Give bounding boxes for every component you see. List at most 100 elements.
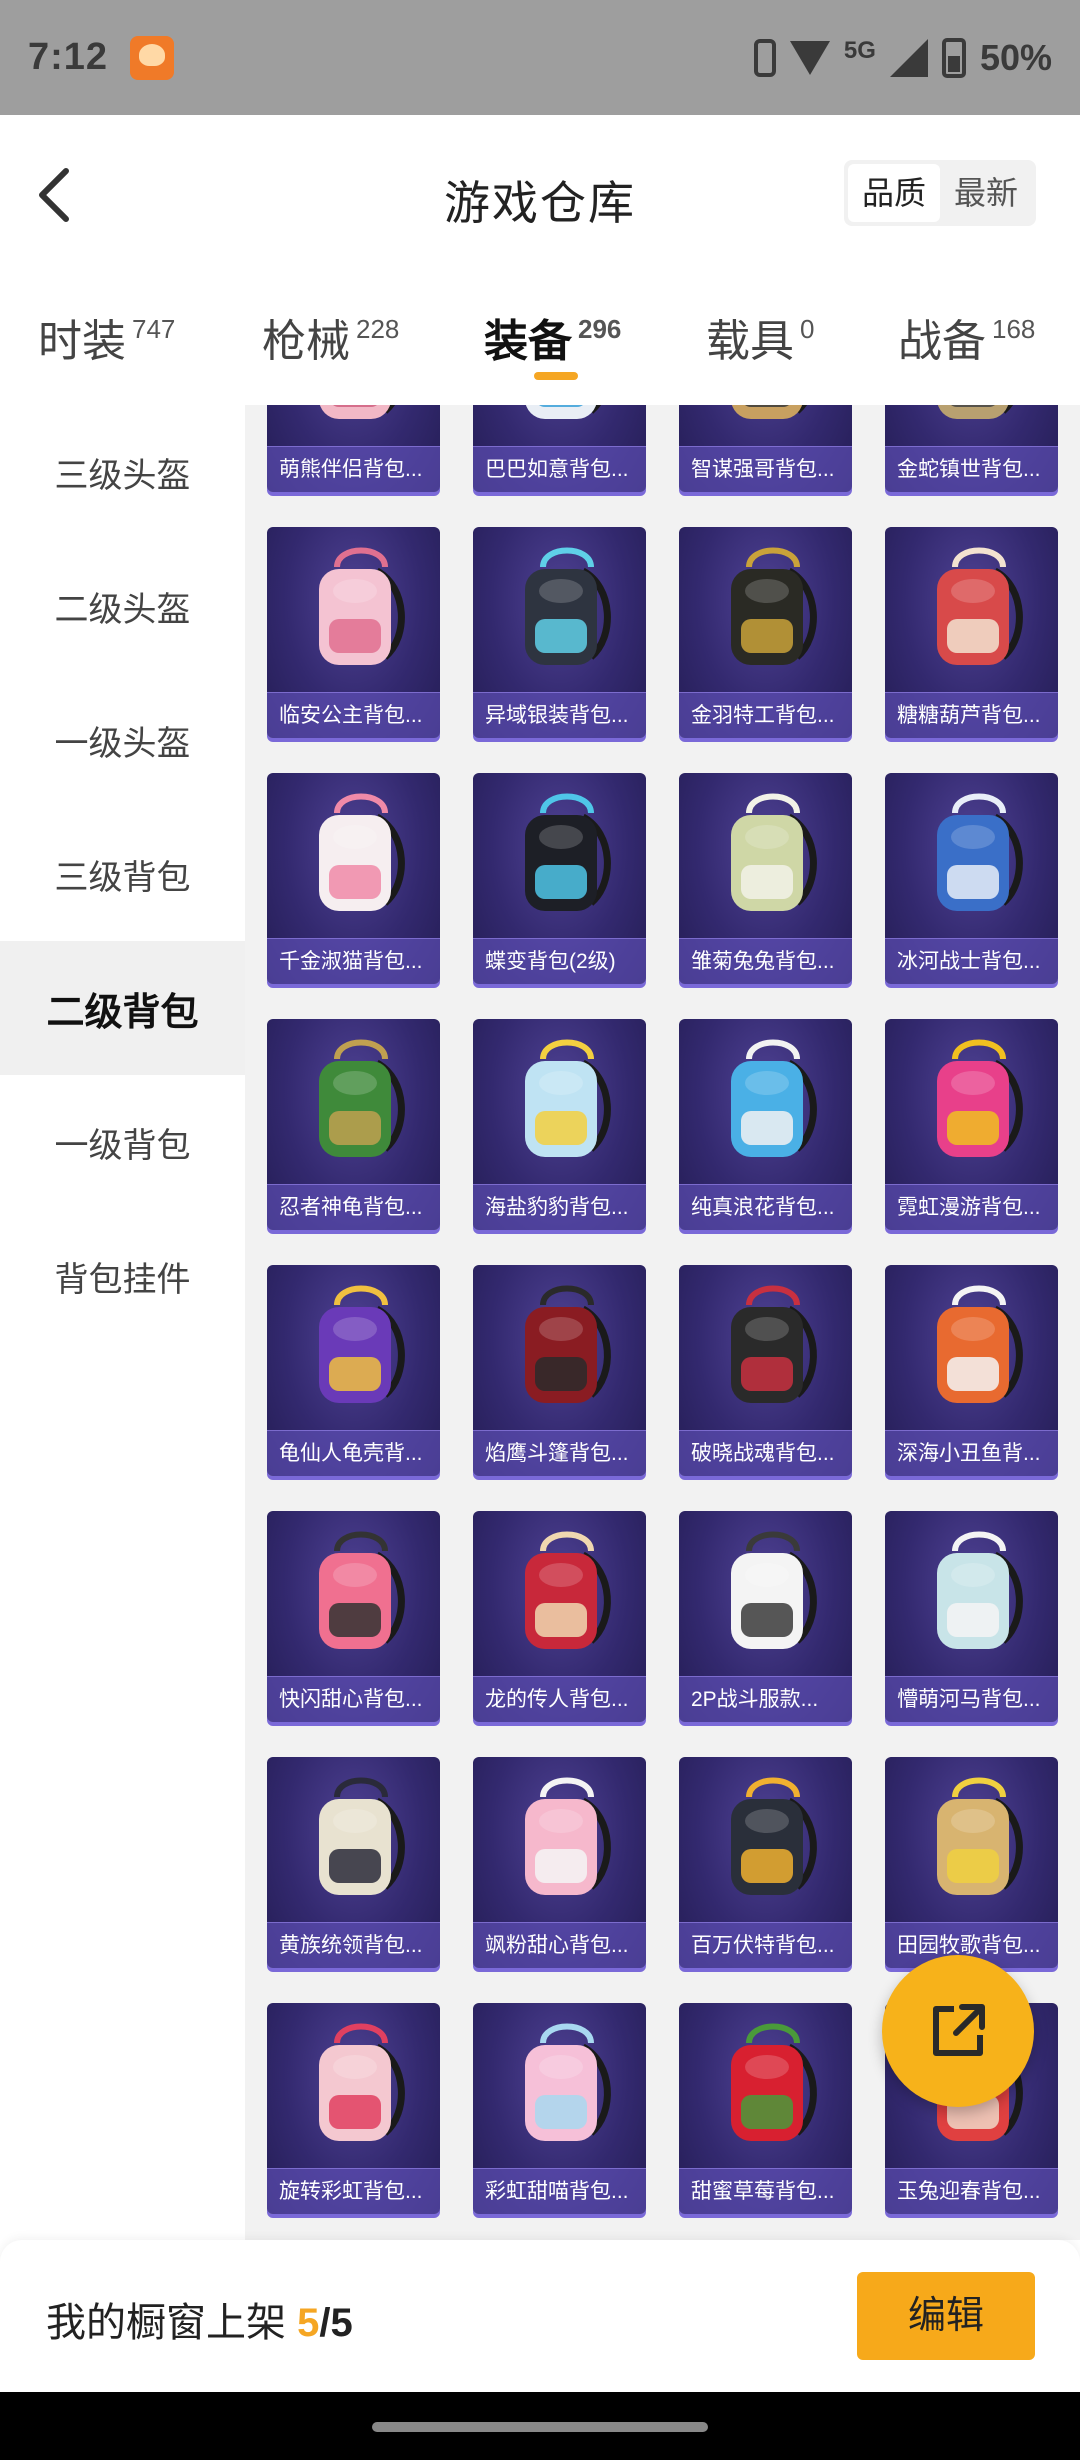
item-name: 黄族统领背包... (267, 1922, 440, 1968)
item-name: 异域银装背包... (473, 692, 646, 738)
backpack-image (473, 1511, 646, 1676)
wifi-icon (789, 40, 830, 75)
item-name: 深海小丑鱼背... (885, 1430, 1058, 1476)
backpack-image (679, 1757, 852, 1922)
network-type: 5G (843, 36, 876, 64)
tab-guns[interactable]: 枪械 228 (262, 305, 399, 369)
item-card[interactable]: 海盐豹豹背包... (473, 1019, 646, 1230)
item-name: 快闪甜心背包... (267, 1676, 440, 1722)
tab-label: 装备 (484, 317, 572, 366)
item-card[interactable]: 快闪甜心背包... (267, 1511, 440, 1722)
item-card[interactable]: 2P战斗服款... (679, 1511, 852, 1722)
item-name: 巴巴如意背包... (473, 446, 646, 492)
item-card[interactable]: 龟仙人龟壳背... (267, 1265, 440, 1476)
side-item-helmet-3[interactable]: 三级头盔 (0, 405, 245, 539)
side-item-helmet-1[interactable]: 一级头盔 (0, 673, 245, 807)
item-name: 彩虹甜喵背包... (473, 2168, 646, 2214)
item-name: 霓虹漫游背包... (885, 1184, 1058, 1230)
item-name: 雏菊兔兔背包... (679, 938, 852, 984)
tab-label: 枪械 (262, 317, 350, 366)
side-item-backpack-1[interactable]: 一级背包 (0, 1075, 245, 1209)
item-card[interactable]: 冰河战士背包... (885, 773, 1058, 984)
item-name: 忍者神龟背包... (267, 1184, 440, 1230)
backpack-image (473, 773, 646, 938)
item-name: 龙的传人背包... (473, 1676, 646, 1722)
item-name: 龟仙人龟壳背... (267, 1430, 440, 1476)
side-item-backpack-2[interactable]: 二级背包 (0, 941, 245, 1075)
item-name: 懵萌河马背包... (885, 1676, 1058, 1722)
item-card[interactable]: 深海小丑鱼背... (885, 1265, 1058, 1476)
side-item-helmet-2[interactable]: 二级头盔 (0, 539, 245, 673)
battery-percent: 50% (979, 36, 1052, 78)
item-card[interactable]: 临安公主背包... (267, 527, 440, 738)
item-card[interactable]: 龙的传人背包... (473, 1511, 646, 1722)
item-card[interactable]: 飒粉甜心背包... (473, 1757, 646, 1968)
backpack-image (473, 1265, 646, 1430)
battery-icon (941, 37, 966, 78)
item-card[interactable]: 懵萌河马背包... (885, 1511, 1058, 1722)
tab-count: 228 (356, 314, 400, 344)
tab-count: 0 (800, 314, 815, 344)
item-card[interactable]: 金蛇镇世背包... (885, 405, 1058, 492)
tab-equipment[interactable]: 装备 296 (484, 305, 621, 369)
shelf-label: 我的橱窗上架 (46, 2301, 298, 2345)
backpack-image (473, 1757, 646, 1922)
item-card[interactable]: 雏菊兔兔背包... (679, 773, 852, 984)
item-card[interactable]: 金羽特工背包... (679, 527, 852, 738)
item-name: 焰鹰斗篷背包... (473, 1430, 646, 1476)
item-card[interactable]: 霓虹漫游背包... (885, 1019, 1058, 1230)
tab-vehicles[interactable]: 载具 0 (706, 305, 814, 369)
item-name: 甜蜜草莓背包... (679, 2168, 852, 2214)
item-card[interactable]: 焰鹰斗篷背包... (473, 1265, 646, 1476)
bottom-bar: 我的橱窗上架 5/5 编辑 (0, 2240, 1080, 2392)
share-icon (933, 2004, 985, 2056)
backpack-image (885, 527, 1058, 692)
item-card[interactable]: 蝶变背包(2级) (473, 773, 646, 984)
backpack-image (679, 405, 852, 446)
home-indicator[interactable] (372, 2422, 708, 2432)
item-card[interactable]: 巴巴如意背包... (473, 405, 646, 492)
item-card[interactable]: 萌熊伴侣背包... (267, 405, 440, 492)
item-card[interactable]: 百万伏特背包... (679, 1757, 852, 1968)
backpack-image (267, 1511, 440, 1676)
item-card[interactable]: 千金淑猫背包... (267, 773, 440, 984)
tab-label: 载具 (706, 317, 794, 366)
tab-label: 时装 (38, 317, 126, 366)
item-name: 金蛇镇世背包... (885, 446, 1058, 492)
side-item-backpack-charm[interactable]: 背包挂件 (0, 1209, 245, 1343)
backpack-image (885, 1265, 1058, 1430)
item-card[interactable]: 旋转彩虹背包... (267, 2003, 440, 2214)
item-card[interactable]: 黄族统领背包... (267, 1757, 440, 1968)
item-card[interactable]: 纯真浪花背包... (679, 1019, 852, 1230)
edit-button[interactable]: 编辑 (857, 2272, 1035, 2360)
backpack-image (679, 1265, 852, 1430)
item-name: 旋转彩虹背包... (267, 2168, 440, 2214)
side-item-backpack-3[interactable]: 三级背包 (0, 807, 245, 941)
tab-count: 747 (132, 314, 176, 344)
item-name: 智谋强哥背包... (679, 446, 852, 492)
sort-option-newest[interactable]: 最新 (940, 164, 1032, 222)
item-card[interactable]: 糖糖葫芦背包... (885, 527, 1058, 738)
tab-fashion[interactable]: 时装 747 (38, 305, 175, 369)
item-card[interactable]: 破晓战魂背包... (679, 1265, 852, 1476)
item-card[interactable]: 异域银装背包... (473, 527, 646, 738)
sort-option-quality[interactable]: 品质 (847, 164, 940, 222)
item-card[interactable]: 忍者神龟背包... (267, 1019, 440, 1230)
shelf-total: /5 (319, 2301, 353, 2345)
item-name: 百万伏特背包... (679, 1922, 852, 1968)
backpack-image (885, 1757, 1058, 1922)
item-card[interactable]: 智谋强哥背包... (679, 405, 852, 492)
tab-supplies[interactable]: 战备 168 (898, 305, 1035, 369)
item-card[interactable]: 田园牧歌背包... (885, 1757, 1058, 1968)
share-button[interactable] (882, 1955, 1034, 2107)
item-name: 临安公主背包... (267, 692, 440, 738)
item-card[interactable]: 甜蜜草莓背包... (679, 2003, 852, 2214)
backpack-image (267, 405, 440, 446)
backpack-image (885, 1019, 1058, 1184)
bluetooth-icon (753, 38, 776, 77)
item-card[interactable]: 彩虹甜喵背包... (473, 2003, 646, 2214)
backpack-image (679, 527, 852, 692)
backpack-image (679, 2003, 852, 2168)
item-grid: 萌熊伴侣背包... 巴巴如意背包... 智谋强哥背包... 金蛇镇世背包... 临安公主… (267, 405, 1058, 2214)
backpack-image (679, 1019, 852, 1184)
